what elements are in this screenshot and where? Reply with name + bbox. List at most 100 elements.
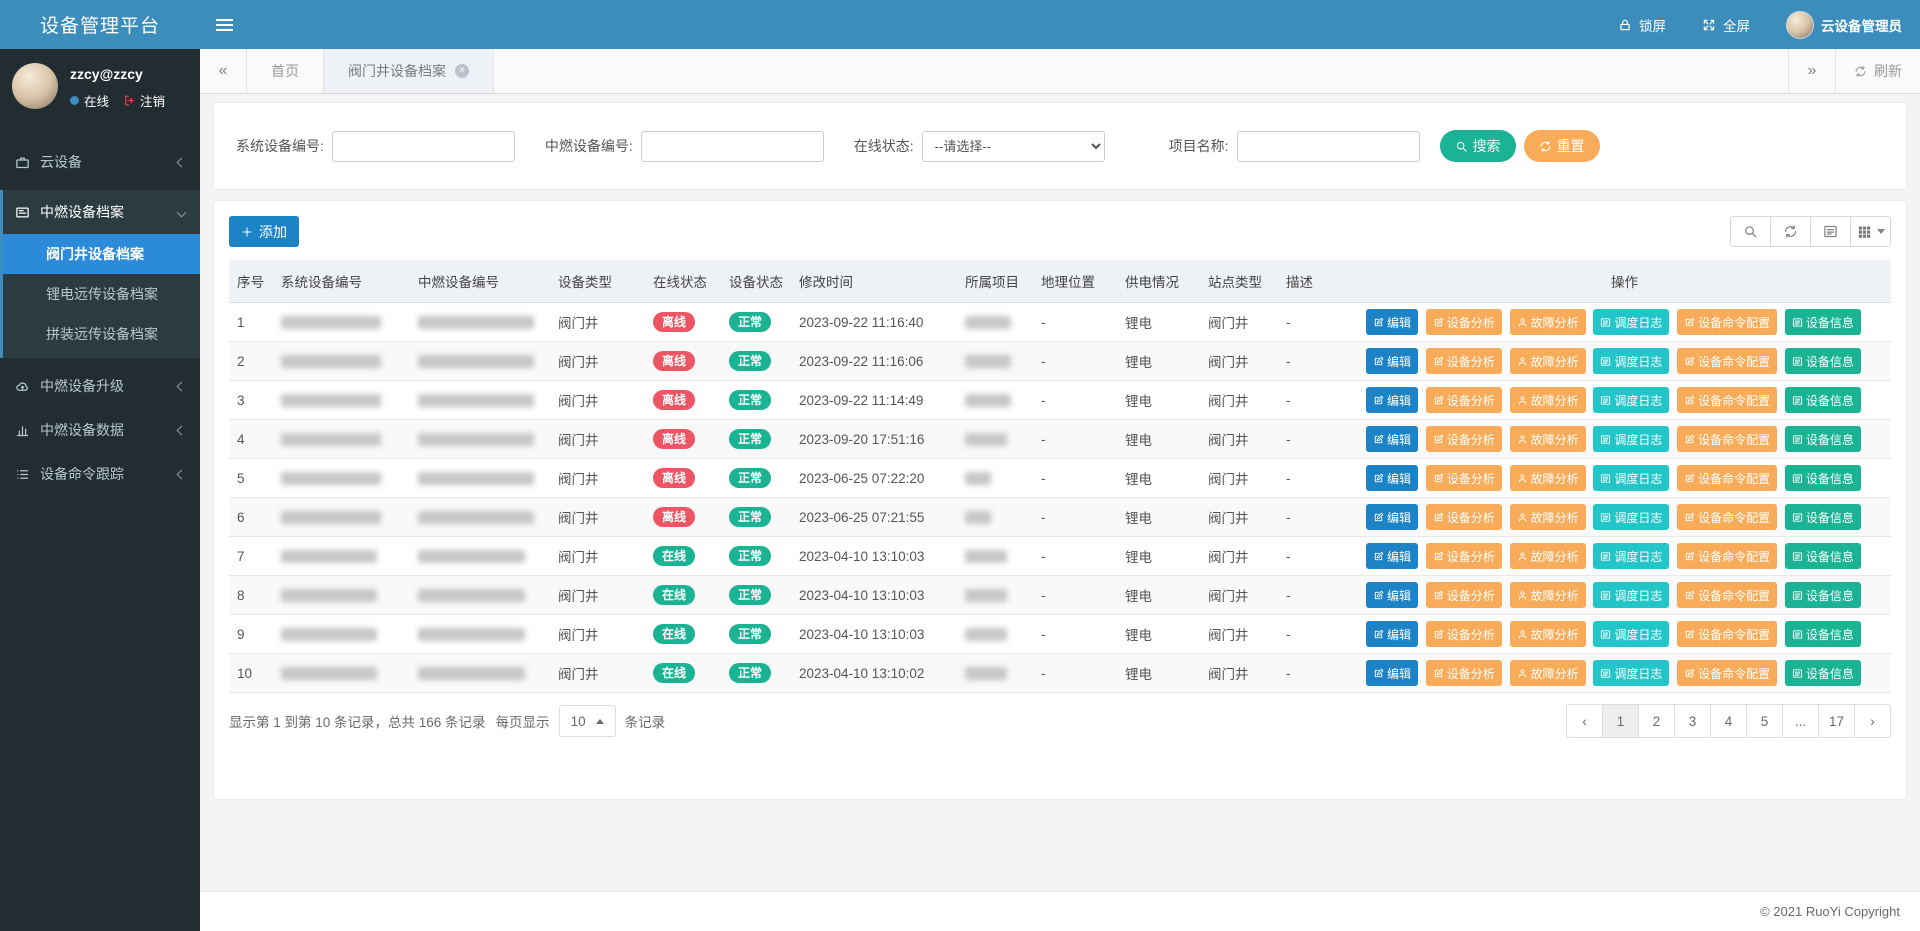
edit-button[interactable]: 编辑 <box>1366 660 1418 686</box>
device-analysis-button[interactable]: 设备分析 <box>1426 543 1502 569</box>
dispatch-log-button[interactable]: 调度日志 <box>1593 426 1669 452</box>
dispatch-log-button[interactable]: 调度日志 <box>1593 660 1669 686</box>
edit-button[interactable]: 编辑 <box>1366 504 1418 530</box>
fault-analysis-button[interactable]: 故障分析 <box>1510 621 1586 647</box>
page-next-button[interactable]: › <box>1854 704 1891 738</box>
fault-analysis-button[interactable]: 故障分析 <box>1510 309 1586 335</box>
fault-analysis-button[interactable]: 故障分析 <box>1510 387 1586 413</box>
sidebar-toggle-button[interactable] <box>200 0 248 49</box>
device-command-config-button[interactable]: 设备命令配置 <box>1677 465 1777 491</box>
page-size-select[interactable]: 10 <box>559 705 616 737</box>
sidebar-item-cloud-device[interactable]: 云设备 <box>0 140 200 184</box>
logout-button[interactable]: 注销 <box>123 91 165 110</box>
sidebar-item-device-archive[interactable]: 中燃设备档案 <box>3 190 200 234</box>
device-info-button[interactable]: 设备信息 <box>1785 504 1861 530</box>
device-analysis-button[interactable]: 设备分析 <box>1426 348 1502 374</box>
fault-analysis-button[interactable]: 故障分析 <box>1510 348 1586 374</box>
device-command-config-button[interactable]: 设备命令配置 <box>1677 426 1777 452</box>
sidebar-item-lithium-remote-archive[interactable]: 锂电远传设备档案 <box>3 274 200 314</box>
device-command-config-button[interactable]: 设备命令配置 <box>1677 348 1777 374</box>
device-info-button[interactable]: 设备信息 <box>1785 660 1861 686</box>
page-button[interactable]: 4 <box>1710 704 1747 738</box>
dispatch-log-button[interactable]: 调度日志 <box>1593 543 1669 569</box>
user-menu-button[interactable]: 云设备管理员 <box>1786 11 1902 39</box>
reset-button[interactable]: 重置 <box>1524 130 1600 162</box>
fault-analysis-button[interactable]: 故障分析 <box>1510 582 1586 608</box>
edit-button[interactable]: 编辑 <box>1366 582 1418 608</box>
edit-button[interactable]: 编辑 <box>1366 309 1418 335</box>
device-command-config-button[interactable]: 设备命令配置 <box>1677 387 1777 413</box>
device-info-button[interactable]: 设备信息 <box>1785 582 1861 608</box>
sidebar-item-device-upgrade[interactable]: 中燃设备升级 <box>0 364 200 408</box>
device-command-config-button[interactable]: 设备命令配置 <box>1677 309 1777 335</box>
fault-analysis-button[interactable]: 故障分析 <box>1510 426 1586 452</box>
page-prev-button[interactable]: ‹ <box>1566 704 1603 738</box>
fault-analysis-button[interactable]: 故障分析 <box>1510 504 1586 530</box>
fault-analysis-button[interactable]: 故障分析 <box>1510 543 1586 569</box>
edit-button[interactable]: 编辑 <box>1366 621 1418 647</box>
page-button[interactable]: 5 <box>1746 704 1783 738</box>
tab-valve-well-archive[interactable]: 阀门井设备档案 × <box>324 49 494 93</box>
search-button[interactable]: 搜索 <box>1440 130 1516 162</box>
edit-button[interactable]: 编辑 <box>1366 348 1418 374</box>
device-info-button[interactable]: 设备信息 <box>1785 621 1861 647</box>
dispatch-log-button[interactable]: 调度日志 <box>1593 387 1669 413</box>
refresh-tab-button[interactable]: 刷新 <box>1835 49 1920 93</box>
device-command-config-button[interactable]: 设备命令配置 <box>1677 504 1777 530</box>
device-analysis-button[interactable]: 设备分析 <box>1426 426 1502 452</box>
fullscreen-button[interactable]: 全屏 <box>1702 15 1750 35</box>
sidebar-item-device-data[interactable]: 中燃设备数据 <box>0 408 200 452</box>
dispatch-log-button[interactable]: 调度日志 <box>1593 582 1669 608</box>
device-analysis-button[interactable]: 设备分析 <box>1426 387 1502 413</box>
device-info-button[interactable]: 设备信息 <box>1785 309 1861 335</box>
columns-button[interactable] <box>1850 216 1891 247</box>
table-search-button[interactable] <box>1730 216 1771 247</box>
device-info-button[interactable]: 设备信息 <box>1785 387 1861 413</box>
lock-screen-button[interactable]: 锁屏 <box>1618 15 1666 35</box>
dispatch-log-button[interactable]: 调度日志 <box>1593 621 1669 647</box>
fault-analysis-button[interactable]: 故障分析 <box>1510 465 1586 491</box>
device-info-button[interactable]: 设备信息 <box>1785 348 1861 374</box>
page-button[interactable]: 17 <box>1818 704 1855 738</box>
device-analysis-button[interactable]: 设备分析 <box>1426 504 1502 530</box>
dispatch-log-button[interactable]: 调度日志 <box>1593 309 1669 335</box>
tab-home[interactable]: 首页 <box>247 49 324 93</box>
device-analysis-button[interactable]: 设备分析 <box>1426 660 1502 686</box>
project-name-input[interactable] <box>1237 131 1420 162</box>
table-refresh-button[interactable] <box>1770 216 1811 247</box>
device-analysis-button[interactable]: 设备分析 <box>1426 309 1502 335</box>
page-ellipsis[interactable]: ... <box>1782 704 1819 738</box>
add-button[interactable]: 添加 <box>229 216 299 247</box>
detail-view-button[interactable] <box>1810 216 1851 247</box>
edit-button[interactable]: 编辑 <box>1366 543 1418 569</box>
close-icon[interactable]: × <box>455 64 469 78</box>
dispatch-log-button[interactable]: 调度日志 <box>1593 348 1669 374</box>
device-command-config-button[interactable]: 设备命令配置 <box>1677 660 1777 686</box>
edit-button[interactable]: 编辑 <box>1366 465 1418 491</box>
dispatch-log-button[interactable]: 调度日志 <box>1593 504 1669 530</box>
dispatch-log-button[interactable]: 调度日志 <box>1593 465 1669 491</box>
device-info-button[interactable]: 设备信息 <box>1785 543 1861 569</box>
online-status-select[interactable]: --请选择-- <box>922 131 1105 162</box>
device-command-config-button[interactable]: 设备命令配置 <box>1677 543 1777 569</box>
sidebar-item-assembled-remote-archive[interactable]: 拼装远传设备档案 <box>3 314 200 354</box>
tab-scroll-right-button[interactable]: » <box>1788 49 1835 93</box>
device-analysis-button[interactable]: 设备分析 <box>1426 582 1502 608</box>
edit-button[interactable]: 编辑 <box>1366 426 1418 452</box>
device-analysis-button[interactable]: 设备分析 <box>1426 465 1502 491</box>
device-info-button[interactable]: 设备信息 <box>1785 465 1861 491</box>
device-analysis-button[interactable]: 设备分析 <box>1426 621 1502 647</box>
gas-device-id-input[interactable] <box>641 131 824 162</box>
device-command-config-button[interactable]: 设备命令配置 <box>1677 582 1777 608</box>
fault-analysis-button[interactable]: 故障分析 <box>1510 660 1586 686</box>
tab-scroll-left-button[interactable]: « <box>200 49 247 93</box>
page-button[interactable]: 1 <box>1602 704 1639 738</box>
device-info-button[interactable]: 设备信息 <box>1785 426 1861 452</box>
system-device-id-input[interactable] <box>332 131 515 162</box>
sidebar-item-command-tracking[interactable]: 设备命令跟踪 <box>0 452 200 496</box>
edit-button[interactable]: 编辑 <box>1366 387 1418 413</box>
device-command-config-button[interactable]: 设备命令配置 <box>1677 621 1777 647</box>
page-button[interactable]: 3 <box>1674 704 1711 738</box>
sidebar-item-valve-well-archive[interactable]: 阀门井设备档案 <box>3 234 200 274</box>
page-button[interactable]: 2 <box>1638 704 1675 738</box>
